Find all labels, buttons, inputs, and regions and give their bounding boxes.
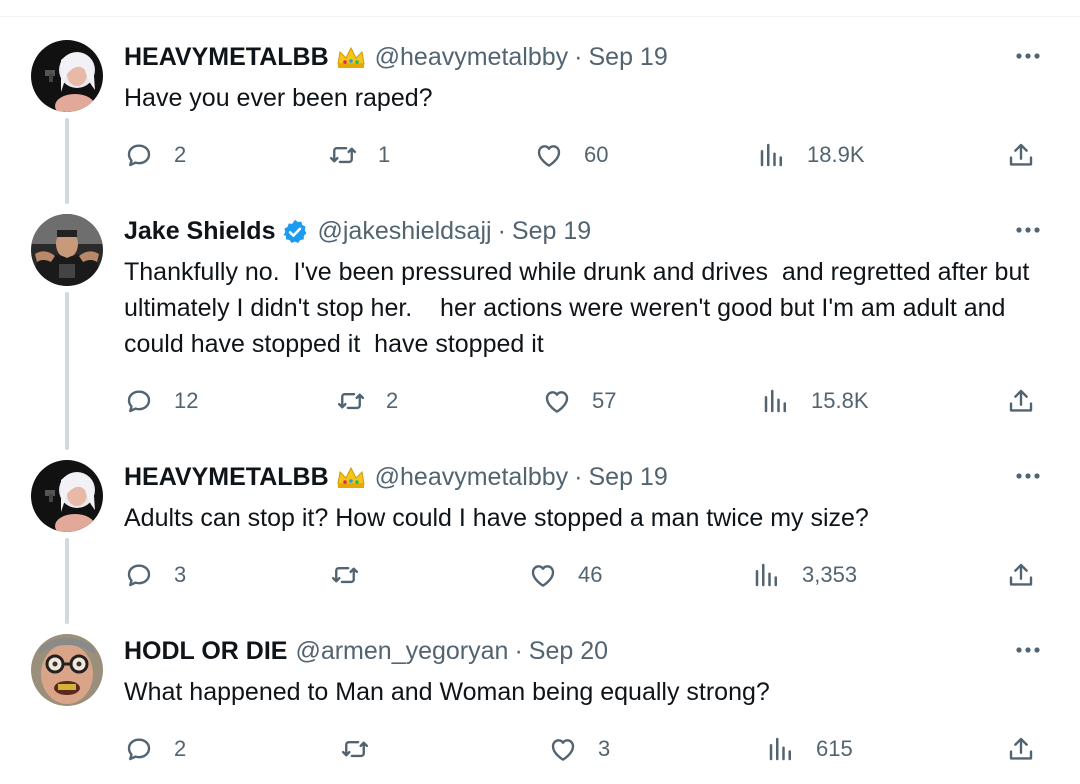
user-handle[interactable]: @heavymetalbby: [375, 463, 569, 492]
display-name[interactable]: HEAVYMETALBB: [124, 43, 329, 72]
like-button[interactable]: 60: [534, 138, 608, 172]
tweet-header: HEAVYMETALBB @heavymetalbby · Sep 19: [124, 40, 668, 74]
like-count: 57: [592, 388, 617, 413]
separator-dot: ·: [574, 42, 583, 71]
crown-emoji: [335, 464, 367, 490]
avatar-image: [31, 214, 103, 286]
reply-count: 3: [174, 562, 187, 587]
share-icon: [1006, 386, 1036, 416]
more-icon[interactable]: [1014, 46, 1042, 66]
retweet-icon: [328, 140, 358, 170]
reply-button[interactable]: 2: [124, 732, 186, 766]
views-icon: [757, 140, 787, 170]
tweet-header: Jake Shields @jakeshieldsajj · Sep 19: [124, 214, 591, 248]
views-icon: [766, 734, 796, 764]
reply-count: 2: [174, 736, 187, 761]
like-button[interactable]: 57: [542, 384, 616, 418]
views-icon: [752, 560, 782, 590]
reply-icon: [124, 140, 154, 170]
verified-badge: [281, 218, 309, 244]
more-icon[interactable]: [1014, 220, 1042, 240]
avatar[interactable]: [31, 40, 103, 112]
retweet-icon: [340, 734, 370, 764]
heart-icon: [542, 386, 572, 416]
heart-icon: [528, 560, 558, 590]
share-icon: [1006, 734, 1036, 764]
like-count: 60: [584, 142, 609, 167]
crown-emoji: [335, 44, 367, 70]
like-button[interactable]: 46: [528, 558, 602, 592]
reply-thread: HEAVYMETALBB @heavymetalbby · Sep 19 Hav…: [0, 0, 1080, 784]
tweet-text: Have you ever been raped?: [124, 84, 433, 112]
views-button[interactable]: 18.9K: [757, 138, 865, 172]
views-button[interactable]: 615: [766, 732, 853, 766]
user-handle[interactable]: @heavymetalbby: [375, 43, 569, 72]
views-count: 615: [816, 736, 853, 761]
views-count: 3,353: [802, 562, 858, 587]
views-count: 18.9K: [807, 142, 865, 167]
tweet-date[interactable]: Sep 19: [589, 463, 668, 492]
separator-dot: ·: [514, 636, 523, 665]
reply-icon: [124, 734, 154, 764]
more-icon[interactable]: [1014, 640, 1042, 660]
reply-button[interactable]: 12: [124, 384, 198, 418]
like-button[interactable]: 3: [548, 732, 610, 766]
like-count: 46: [578, 562, 603, 587]
reply-count: 12: [174, 388, 199, 413]
tweet-actions: 12 2 57 15.8K: [0, 384, 1080, 418]
separator-dot: ·: [497, 216, 506, 245]
reply-button[interactable]: 2: [124, 138, 186, 172]
display-name[interactable]: Jake Shields: [124, 217, 275, 246]
retweet-count: 1: [378, 142, 391, 167]
retweet-count: 2: [386, 388, 399, 413]
share-button[interactable]: [1006, 732, 1036, 766]
views-button[interactable]: 3,353: [752, 558, 857, 592]
tweet-date[interactable]: Sep 19: [589, 43, 668, 72]
reply-count: 2: [174, 142, 187, 167]
like-count: 3: [598, 736, 611, 761]
retweet-button[interactable]: [330, 558, 380, 592]
share-button[interactable]: [1006, 558, 1036, 592]
tweet-text: Adults can stop it? How could I have sto…: [124, 504, 869, 532]
share-icon: [1006, 560, 1036, 590]
user-handle[interactable]: @armen_yegoryan: [295, 637, 508, 666]
tweet-date[interactable]: Sep 20: [529, 637, 608, 666]
reply-button[interactable]: 3: [124, 558, 186, 592]
retweet-button[interactable]: [340, 732, 390, 766]
avatar[interactable]: [31, 214, 103, 286]
heart-icon: [534, 140, 564, 170]
views-button[interactable]: 15.8K: [761, 384, 869, 418]
share-button[interactable]: [1006, 138, 1036, 172]
reply-icon: [124, 560, 154, 590]
share-icon: [1006, 140, 1036, 170]
tweet-header: HEAVYMETALBB @heavymetalbby · Sep 19: [124, 460, 668, 494]
tweet-text: Thankfully no. I've been pressured while…: [124, 258, 1037, 358]
separator-dot: ·: [574, 462, 583, 491]
tweet-text: What happened to Man and Woman being equ…: [124, 678, 770, 706]
user-handle[interactable]: @jakeshieldsajj: [317, 217, 491, 246]
tweet-header: HODL OR DIE @armen_yegoryan · Sep 20: [124, 634, 608, 668]
display-name[interactable]: HEAVYMETALBB: [124, 463, 329, 492]
avatar-image: [31, 460, 103, 532]
retweet-icon: [330, 560, 360, 590]
tweet-actions: 3 46 3,353: [0, 558, 1080, 592]
retweet-icon: [336, 386, 366, 416]
share-button[interactable]: [1006, 384, 1036, 418]
avatar-image: [31, 40, 103, 112]
views-icon: [761, 386, 791, 416]
reply-icon: [124, 386, 154, 416]
avatar[interactable]: [31, 634, 103, 706]
heart-icon: [548, 734, 578, 764]
tweet-actions: 2 1 60 18.9K: [0, 138, 1080, 172]
tweet-actions: 2 3 615: [0, 732, 1080, 766]
retweet-button[interactable]: 2: [336, 384, 398, 418]
views-count: 15.8K: [811, 388, 869, 413]
avatar[interactable]: [31, 460, 103, 532]
avatar-image: [31, 634, 103, 706]
tweet-date[interactable]: Sep 19: [512, 217, 591, 246]
more-icon[interactable]: [1014, 466, 1042, 486]
retweet-button[interactable]: 1: [328, 138, 390, 172]
thread-connector: [65, 292, 69, 450]
display-name[interactable]: HODL OR DIE: [124, 637, 287, 666]
